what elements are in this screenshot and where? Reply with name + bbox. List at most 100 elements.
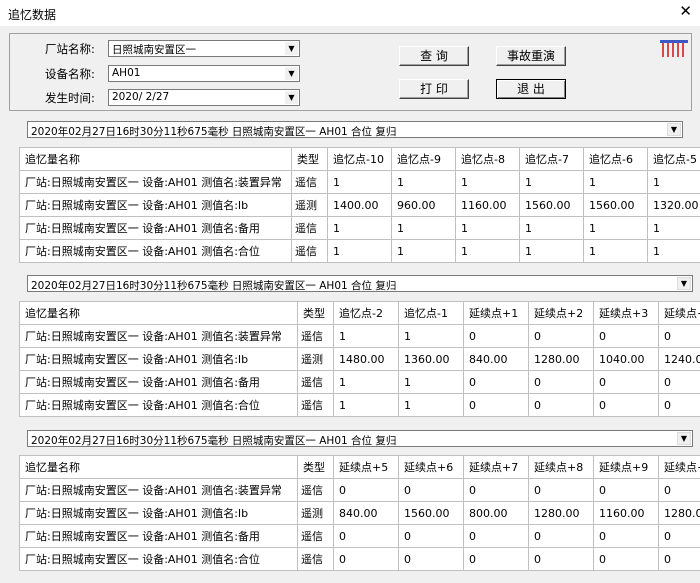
column-header[interactable]: 类型 — [297, 455, 334, 479]
column-header[interactable]: 延续点+8 — [528, 455, 594, 479]
table-row[interactable]: 厂站:日照城南安置区一 设备:AH01 测值名:Ib 遥测 840.00 156… — [19, 501, 700, 525]
table-row[interactable]: 厂站:日照城南安置区一 设备:AH01 测值名:装置异常 遥信 1 1 1 1 … — [19, 170, 700, 194]
cell: 厂站:日照城南安置区一 设备:AH01 测值名:备用 — [19, 524, 298, 548]
column-header[interactable]: 追忆点-2 — [333, 301, 399, 325]
cell: 800.00 — [463, 501, 529, 525]
cell: 1 — [519, 216, 584, 240]
cell: 0 — [398, 524, 464, 548]
cell: 0 — [528, 324, 594, 348]
column-header[interactable]: 追忆量名称 — [19, 147, 292, 171]
exit-button[interactable]: 退 出 — [496, 79, 566, 99]
cell: 0 — [658, 393, 700, 417]
table-row[interactable]: 厂站:日照城南安置区一 设备:AH01 测值名:装置异常 遥信 1 1 0 0 … — [19, 324, 700, 348]
cell: 0 — [463, 324, 529, 348]
column-header[interactable]: 延续点+10 — [658, 455, 700, 479]
table-header-row: 追忆量名称 类型 追忆点-10 追忆点-9 追忆点-8 追忆点-7 追忆点-6 … — [19, 147, 700, 171]
chevron-down-icon[interactable]: ▼ — [677, 277, 691, 290]
cell: 1280.00 — [528, 501, 594, 525]
cell: 1560.00 — [583, 193, 648, 217]
data-grid-3[interactable]: 追忆量名称 类型 延续点+5 延续点+6 延续点+7 延续点+8 延续点+9 延… — [19, 455, 700, 571]
column-header[interactable]: 追忆点-6 — [583, 147, 648, 171]
cell: 1 — [583, 216, 648, 240]
event-select-1[interactable]: 2020年02月27日16时30分11秒675毫秒 日照城南安置区一 AH01 … — [27, 121, 683, 138]
table-row[interactable]: 厂站:日照城南安置区一 设备:AH01 测值名:备用 遥信 1 1 1 1 1 … — [19, 216, 700, 240]
column-header[interactable]: 延续点+7 — [463, 455, 529, 479]
column-header[interactable]: 类型 — [297, 301, 334, 325]
cell: 0 — [658, 547, 700, 571]
cell: 1240.00 — [658, 347, 700, 371]
column-header[interactable]: 延续点+3 — [593, 301, 659, 325]
cell: 1 — [583, 170, 648, 194]
cell: 0 — [463, 478, 529, 502]
column-header[interactable]: 追忆量名称 — [19, 301, 298, 325]
table-row[interactable]: 厂站:日照城南安置区一 设备:AH01 测值名:Ib 遥测 1400.00 96… — [19, 193, 700, 217]
cell: 遥信 — [297, 393, 334, 417]
cell: 1160.00 — [455, 193, 520, 217]
cell: 厂站:日照城南安置区一 设备:AH01 测值名:Ib — [19, 193, 292, 217]
cell: 0 — [463, 547, 529, 571]
cell: 厂站:日照城南安置区一 设备:AH01 测值名:Ib — [19, 347, 298, 371]
cell: 厂站:日照城南安置区一 设备:AH01 测值名:合位 — [19, 239, 292, 263]
table-row[interactable]: 厂站:日照城南安置区一 设备:AH01 测值名:合位 遥信 1 1 0 0 0 … — [19, 393, 700, 417]
query-form-panel: 厂站名称: 日照城南安置区一 ▼ 设备名称: AH01 ▼ 发生时间: 2020… — [9, 33, 692, 111]
column-header[interactable]: 追忆点-7 — [519, 147, 584, 171]
replay-button[interactable]: 事故重演 — [496, 46, 566, 66]
cell: 厂站:日照城南安置区一 设备:AH01 测值名:备用 — [19, 216, 292, 240]
device-label: 设备名称: — [45, 67, 95, 81]
cell: 0 — [398, 478, 464, 502]
cell: 遥测 — [291, 193, 328, 217]
data-grid-2[interactable]: 追忆量名称 类型 追忆点-2 追忆点-1 延续点+1 延续点+2 延续点+3 延… — [19, 301, 700, 417]
table-row[interactable]: 厂站:日照城南安置区一 设备:AH01 测值名:Ib 遥测 1480.00 13… — [19, 347, 700, 371]
time-picker[interactable]: 2020/ 2/27 ▼ — [108, 89, 300, 106]
cell: 0 — [593, 547, 659, 571]
table-row[interactable]: 厂站:日照城南安置区一 设备:AH01 测值名:装置异常 遥信 0 0 0 0 … — [19, 478, 700, 502]
cell: 0 — [593, 393, 659, 417]
chevron-down-icon[interactable]: ▼ — [677, 432, 691, 445]
table-row[interactable]: 厂站:日照城南安置区一 设备:AH01 测值名:备用 遥信 0 0 0 0 0 … — [19, 524, 700, 548]
query-button[interactable]: 查 询 — [399, 46, 469, 66]
cell: 1 — [647, 239, 700, 263]
print-button[interactable]: 打 印 — [399, 79, 469, 99]
cell: 0 — [528, 478, 594, 502]
cell: 1 — [455, 216, 520, 240]
column-header[interactable]: 延续点+2 — [528, 301, 594, 325]
column-header[interactable]: 追忆点-10 — [327, 147, 392, 171]
cell: 1 — [333, 370, 399, 394]
column-header[interactable]: 延续点+5 — [333, 455, 399, 479]
cell: 960.00 — [391, 193, 456, 217]
station-select[interactable]: 日照城南安置区一 ▼ — [108, 40, 300, 57]
column-header[interactable]: 延续点+6 — [398, 455, 464, 479]
device-select[interactable]: AH01 ▼ — [108, 65, 300, 82]
cell: 厂站:日照城南安置区一 设备:AH01 测值名:装置异常 — [19, 170, 292, 194]
chevron-down-icon[interactable]: ▼ — [285, 91, 298, 104]
event-select-1-value: 2020年02月27日16时30分11秒675毫秒 日照城南安置区一 AH01 … — [31, 126, 397, 138]
data-grid-1[interactable]: 追忆量名称 类型 追忆点-10 追忆点-9 追忆点-8 追忆点-7 追忆点-6 … — [19, 147, 700, 263]
column-header[interactable]: 追忆点-9 — [391, 147, 456, 171]
chevron-down-icon[interactable]: ▼ — [667, 123, 681, 136]
column-header[interactable]: 追忆量名称 — [19, 455, 298, 479]
cell: 1160.00 — [593, 501, 659, 525]
cell: 0 — [528, 524, 594, 548]
column-header[interactable]: 延续点+9 — [593, 455, 659, 479]
column-header[interactable]: 延续点+4 — [658, 301, 700, 325]
table-row[interactable]: 厂站:日照城南安置区一 设备:AH01 测值名:合位 遥信 0 0 0 0 0 … — [19, 547, 700, 571]
event-select-2[interactable]: 2020年02月27日16时30分11秒675毫秒 日照城南安置区一 AH01 … — [27, 275, 693, 292]
column-header[interactable]: 追忆点-1 — [398, 301, 464, 325]
cell: 0 — [463, 393, 529, 417]
chevron-down-icon[interactable]: ▼ — [285, 42, 298, 55]
close-icon[interactable]: ✕ — [679, 2, 692, 20]
cell: 1 — [391, 216, 456, 240]
cell: 0 — [463, 370, 529, 394]
table-row[interactable]: 厂站:日照城南安置区一 设备:AH01 测值名:合位 遥信 1 1 1 1 1 … — [19, 239, 700, 263]
column-header[interactable]: 追忆点-8 — [455, 147, 520, 171]
chevron-down-icon[interactable]: ▼ — [285, 67, 298, 80]
station-value: 日照城南安置区一 — [112, 44, 196, 56]
cell: 遥信 — [291, 170, 328, 194]
cell: 0 — [333, 478, 399, 502]
table-row[interactable]: 厂站:日照城南安置区一 设备:AH01 测值名:备用 遥信 1 1 0 0 0 … — [19, 370, 700, 394]
cell: 遥信 — [297, 478, 334, 502]
event-select-3[interactable]: 2020年02月27日16时30分11秒675毫秒 日照城南安置区一 AH01 … — [27, 430, 693, 447]
column-header[interactable]: 追忆点-5 — [647, 147, 700, 171]
column-header[interactable]: 类型 — [291, 147, 328, 171]
column-header[interactable]: 延续点+1 — [463, 301, 529, 325]
